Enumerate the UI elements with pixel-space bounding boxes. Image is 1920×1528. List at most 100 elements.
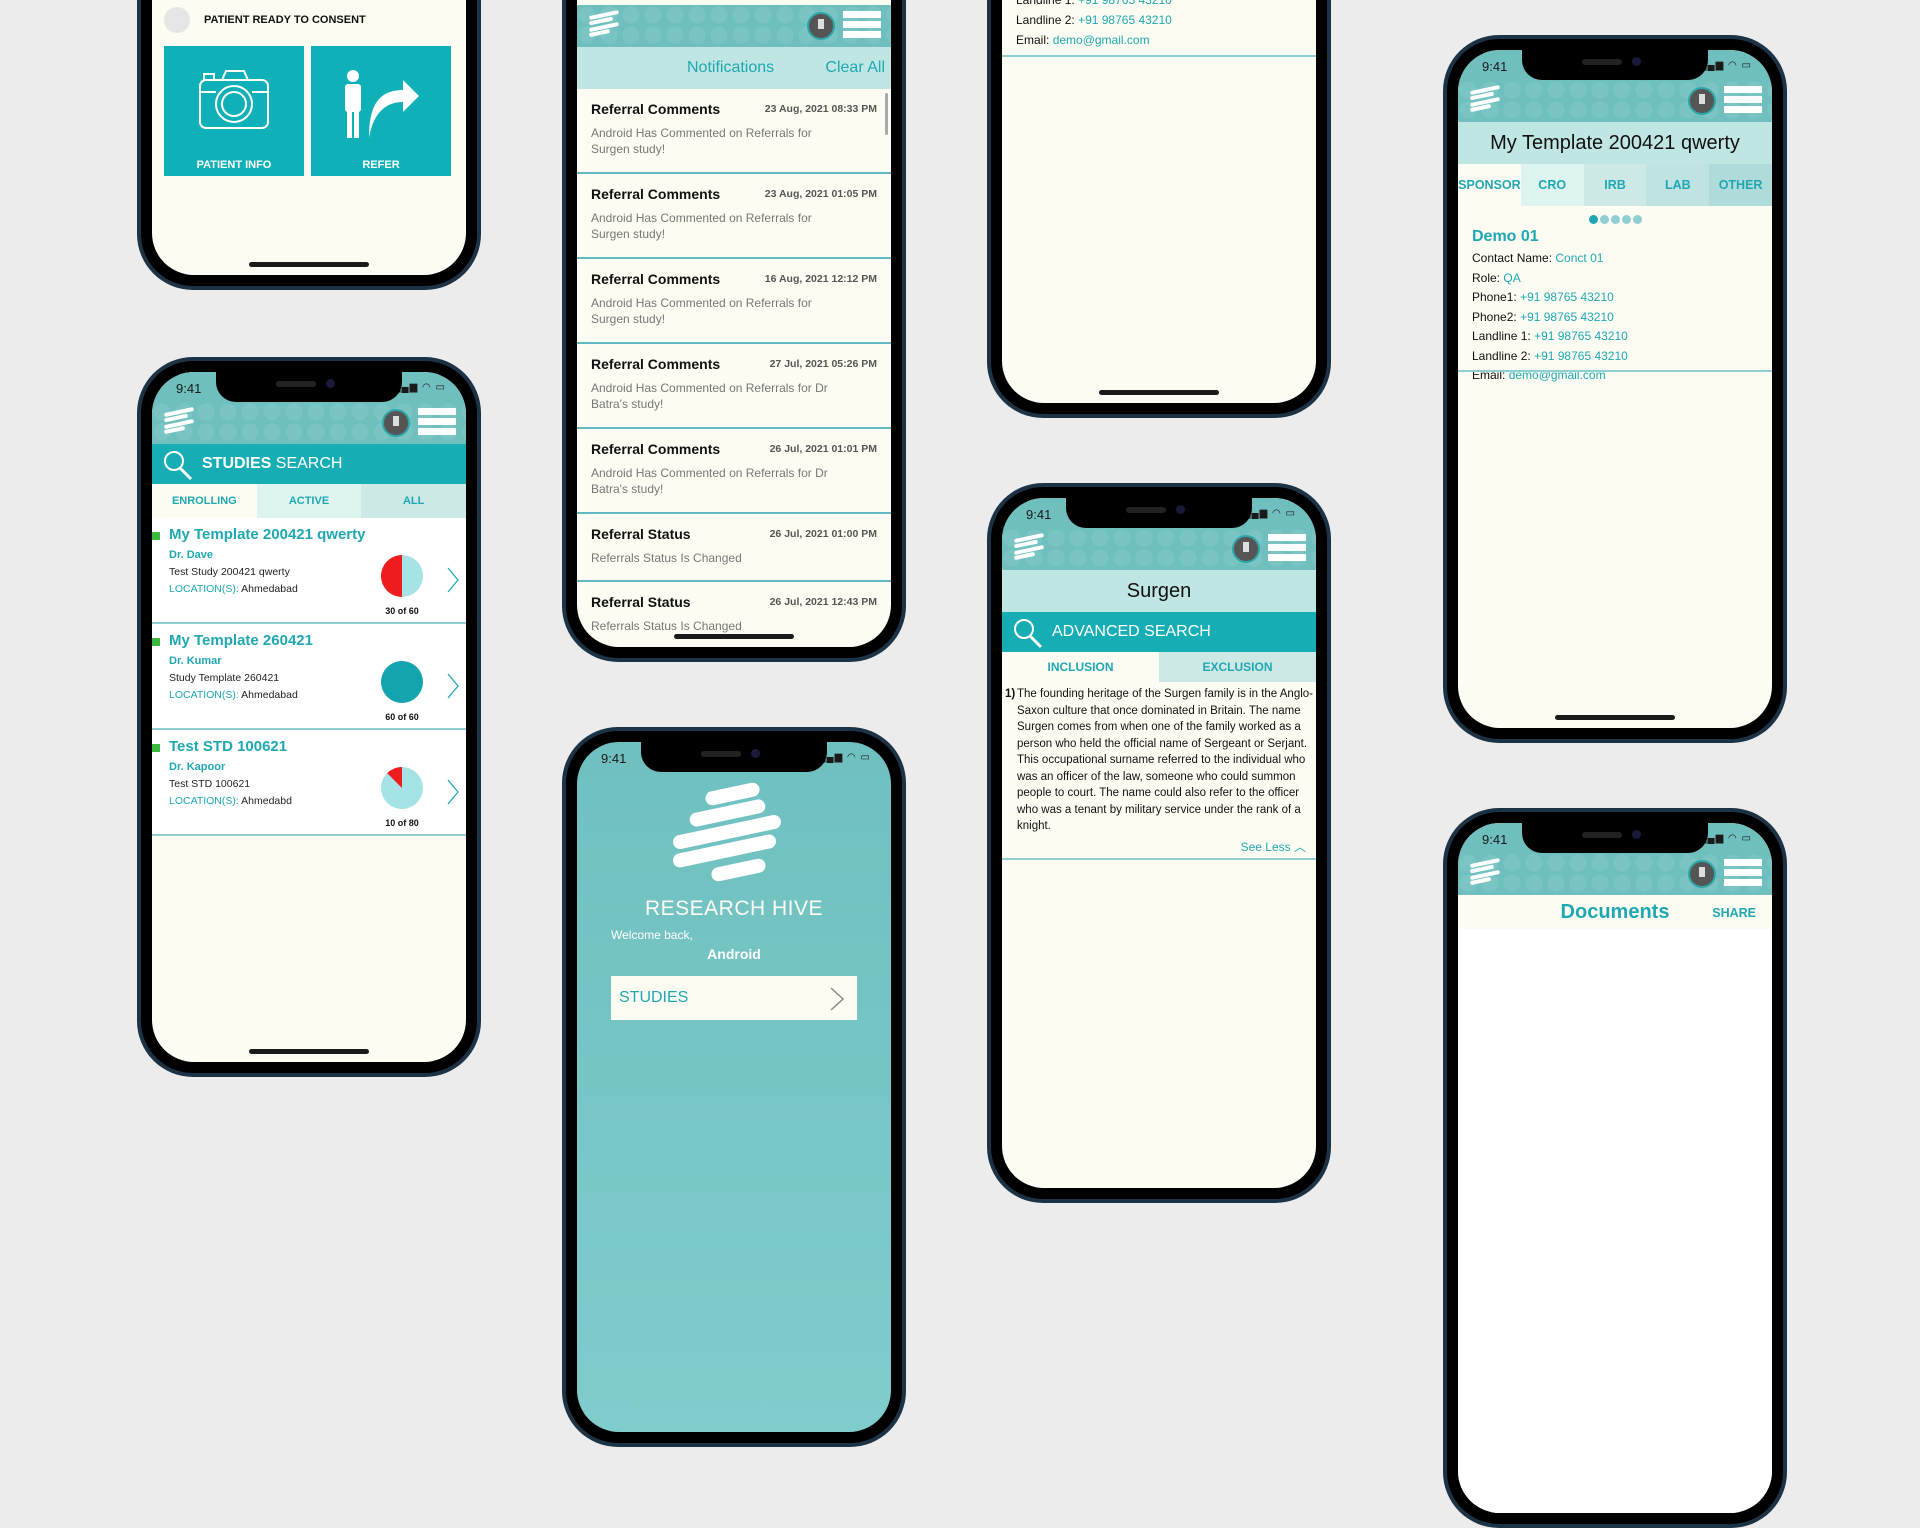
notification-body: Referrals Status Is Changed xyxy=(591,619,742,633)
notification-item[interactable]: Referral Comments 26 Jul, 2021 01:01 PM An… xyxy=(577,429,891,514)
criteria-item: 1) The founding heritage of the Surgen f… xyxy=(1005,686,1314,835)
notification-item[interactable]: Referral Comments 16 Aug, 2021 12:12 PM An… xyxy=(577,259,891,344)
notification-item[interactable]: Referral Comments 23 Aug, 2021 01:05 PM An… xyxy=(577,174,891,259)
contact-line: Role: QA xyxy=(1472,271,1521,285)
enrollment-count: 60 of 60 xyxy=(385,712,419,722)
studies-search-bar[interactable]: STUDIES SEARCH xyxy=(152,444,466,484)
notification-date: 26 Jul, 2021 12:43 PM xyxy=(769,596,877,608)
tab-inclusion[interactable]: INCLUSION xyxy=(1002,652,1159,682)
contact-value[interactable]: +91 98765 43210 xyxy=(1078,13,1172,27)
contact-value[interactable]: Conct 01 xyxy=(1555,251,1603,265)
hamburger-menu-icon[interactable] xyxy=(1724,86,1762,116)
platinum-badge-icon xyxy=(382,409,410,437)
contact-value[interactable]: demo@gmail.com xyxy=(1053,33,1150,47)
clear-all-button[interactable]: Clear All xyxy=(825,59,885,77)
contact-label: Landline 2: xyxy=(1016,13,1075,27)
study-row[interactable]: My Template 260421 Dr. Kumar Study Templat… xyxy=(152,624,466,730)
research-hive-logo[interactable] xyxy=(163,406,195,438)
contact-line: Landline 1: +91 98765 43210 xyxy=(1472,329,1628,343)
contact-value[interactable]: +91 98765 43210 xyxy=(1520,290,1614,304)
studies-tabs: ENROLLING ACTIVE ALL xyxy=(152,484,466,518)
phone-welcome-screen: 9:41 ▂▄▆ ◠ ▭ RESEARCH HIVE Welcome back,… xyxy=(562,727,906,1447)
study-row[interactable]: My Template 200421 qwerty Dr. Dave Test St… xyxy=(152,518,466,624)
notification-body: Android Has Commented on Referrals for S… xyxy=(591,296,812,326)
see-less-link[interactable]: See Less ︿ xyxy=(1241,838,1306,855)
phone-documents-screen: 9:41 ▂▄▆ ◠ ▭ Documents SHARE xyxy=(1443,808,1787,1528)
study-title: Test STD 100621 xyxy=(169,738,288,755)
tab-active[interactable]: ACTIVE xyxy=(256,484,362,518)
enrollment-pie xyxy=(381,767,423,809)
notch xyxy=(216,372,402,402)
tab-other[interactable]: OTHER xyxy=(1709,164,1772,206)
tab-enrolling[interactable]: ENROLLING xyxy=(152,484,257,518)
contact-tabs: SPONSOR CRO IRB LAB OTHER xyxy=(1458,164,1772,206)
tab-lab[interactable]: LAB xyxy=(1646,164,1710,206)
study-description: Test Study 200421 qwerty xyxy=(169,566,290,578)
contact-line: Email: demo@gmail.com xyxy=(1016,33,1150,47)
contact-label: Phone2: xyxy=(1472,309,1517,324)
contact-line: Contact Name: Conct 01 xyxy=(1472,251,1603,265)
research-hive-logo[interactable] xyxy=(1013,532,1045,564)
phone-surgen-screen: 9:41 ▂▄▆ ◠ ▭ Surgen ADVANCED SEARCH INCL… xyxy=(987,483,1331,1203)
studies-title-rest: SEARCH xyxy=(271,455,343,472)
hamburger-menu-icon[interactable] xyxy=(1724,859,1762,889)
hamburger-menu-icon[interactable] xyxy=(1268,534,1306,564)
contact-value[interactable]: +91 98765 43210 xyxy=(1078,0,1172,7)
contact-value[interactable]: +91 98765 43210 xyxy=(1520,310,1614,324)
notch xyxy=(1066,498,1252,528)
tab-irb[interactable]: IRB xyxy=(1583,164,1647,206)
contact-value[interactable]: +91 98765 43210 xyxy=(1534,329,1628,343)
study-doctor: Dr. Kumar xyxy=(169,655,222,667)
tab-exclusion[interactable]: EXCLUSION xyxy=(1159,652,1316,682)
refer-tile[interactable]: REFER xyxy=(311,46,451,176)
refer-label: REFER xyxy=(362,159,400,171)
notifications-title: Notifications xyxy=(687,59,775,76)
chevron-right-icon xyxy=(830,987,845,1011)
contact-line: Landline 2: +91 98765 43210 xyxy=(1472,349,1628,363)
advanced-search-bar[interactable]: ADVANCED SEARCH xyxy=(1002,612,1316,652)
page-indicator[interactable] xyxy=(1458,211,1772,229)
research-hive-logo[interactable] xyxy=(588,9,620,41)
tab-all[interactable]: ALL xyxy=(361,484,466,518)
tab-sponsor[interactable]: SPONSOR xyxy=(1458,164,1521,206)
notification-item[interactable]: Referral Comments 27 Jul, 2021 05:26 PM An… xyxy=(577,344,891,429)
research-hive-logo[interactable] xyxy=(1469,857,1501,889)
chevron-right-icon[interactable] xyxy=(446,672,460,700)
status-marker xyxy=(152,532,160,540)
hamburger-menu-icon[interactable] xyxy=(843,11,881,41)
research-hive-logo[interactable] xyxy=(1469,84,1501,116)
contact-value[interactable]: QA xyxy=(1503,271,1520,285)
contact-label: Landline 1: xyxy=(1472,329,1531,343)
share-button[interactable]: SHARE xyxy=(1712,906,1756,920)
study-description: Study Template 260421 xyxy=(169,672,280,684)
criteria-text: The founding heritage of the Surgen fami… xyxy=(1017,688,1313,832)
chevron-right-icon[interactable] xyxy=(446,778,460,806)
scrollbar[interactable] xyxy=(885,93,888,135)
consent-radio[interactable] xyxy=(164,7,190,33)
study-row[interactable]: Test STD 100621 Dr. Kapoor Test STD 100621… xyxy=(152,730,466,836)
contact-label: Phone1: xyxy=(1472,290,1517,304)
tab-cro[interactable]: CRO xyxy=(1520,164,1584,206)
page-dot[interactable] xyxy=(1610,215,1620,224)
page-dot[interactable] xyxy=(1621,215,1631,224)
studies-button[interactable]: STUDIES xyxy=(611,976,857,1020)
study-location: LOCATION(S): Ahmedabad xyxy=(169,583,298,595)
hamburger-menu-icon[interactable] xyxy=(418,408,456,438)
notification-body: Referrals Status Is Changed xyxy=(591,551,742,565)
patient-info-tile[interactable]: PATIENT INFO xyxy=(164,46,304,176)
contact-value[interactable]: +91 98765 43210 xyxy=(1534,349,1628,363)
page-dot[interactable] xyxy=(1599,215,1609,224)
home-indicator xyxy=(249,1049,369,1054)
location-label: LOCATION(S): xyxy=(169,689,239,701)
notification-item[interactable]: Referral Status 26 Jul, 2021 01:00 PM Refe… xyxy=(577,514,891,582)
consent-option[interactable]: PATIENT READY TO CONSENT xyxy=(164,7,366,33)
notification-body: Android Has Commented on Referrals for S… xyxy=(591,211,812,241)
notification-item[interactable]: Referral Comments 23 Aug, 2021 08:33 PM An… xyxy=(577,89,891,174)
study-doctor: Dr. Kapoor xyxy=(169,761,226,773)
contact-line: Phone2: +91 98765 43210 xyxy=(1472,310,1614,324)
platinum-badge-icon xyxy=(1688,860,1716,888)
notification-body: Android Has Commented on Referrals for D… xyxy=(591,381,828,411)
chevron-right-icon[interactable] xyxy=(446,566,460,594)
page-dot[interactable] xyxy=(1632,215,1642,224)
page-dot[interactable] xyxy=(1588,215,1598,224)
